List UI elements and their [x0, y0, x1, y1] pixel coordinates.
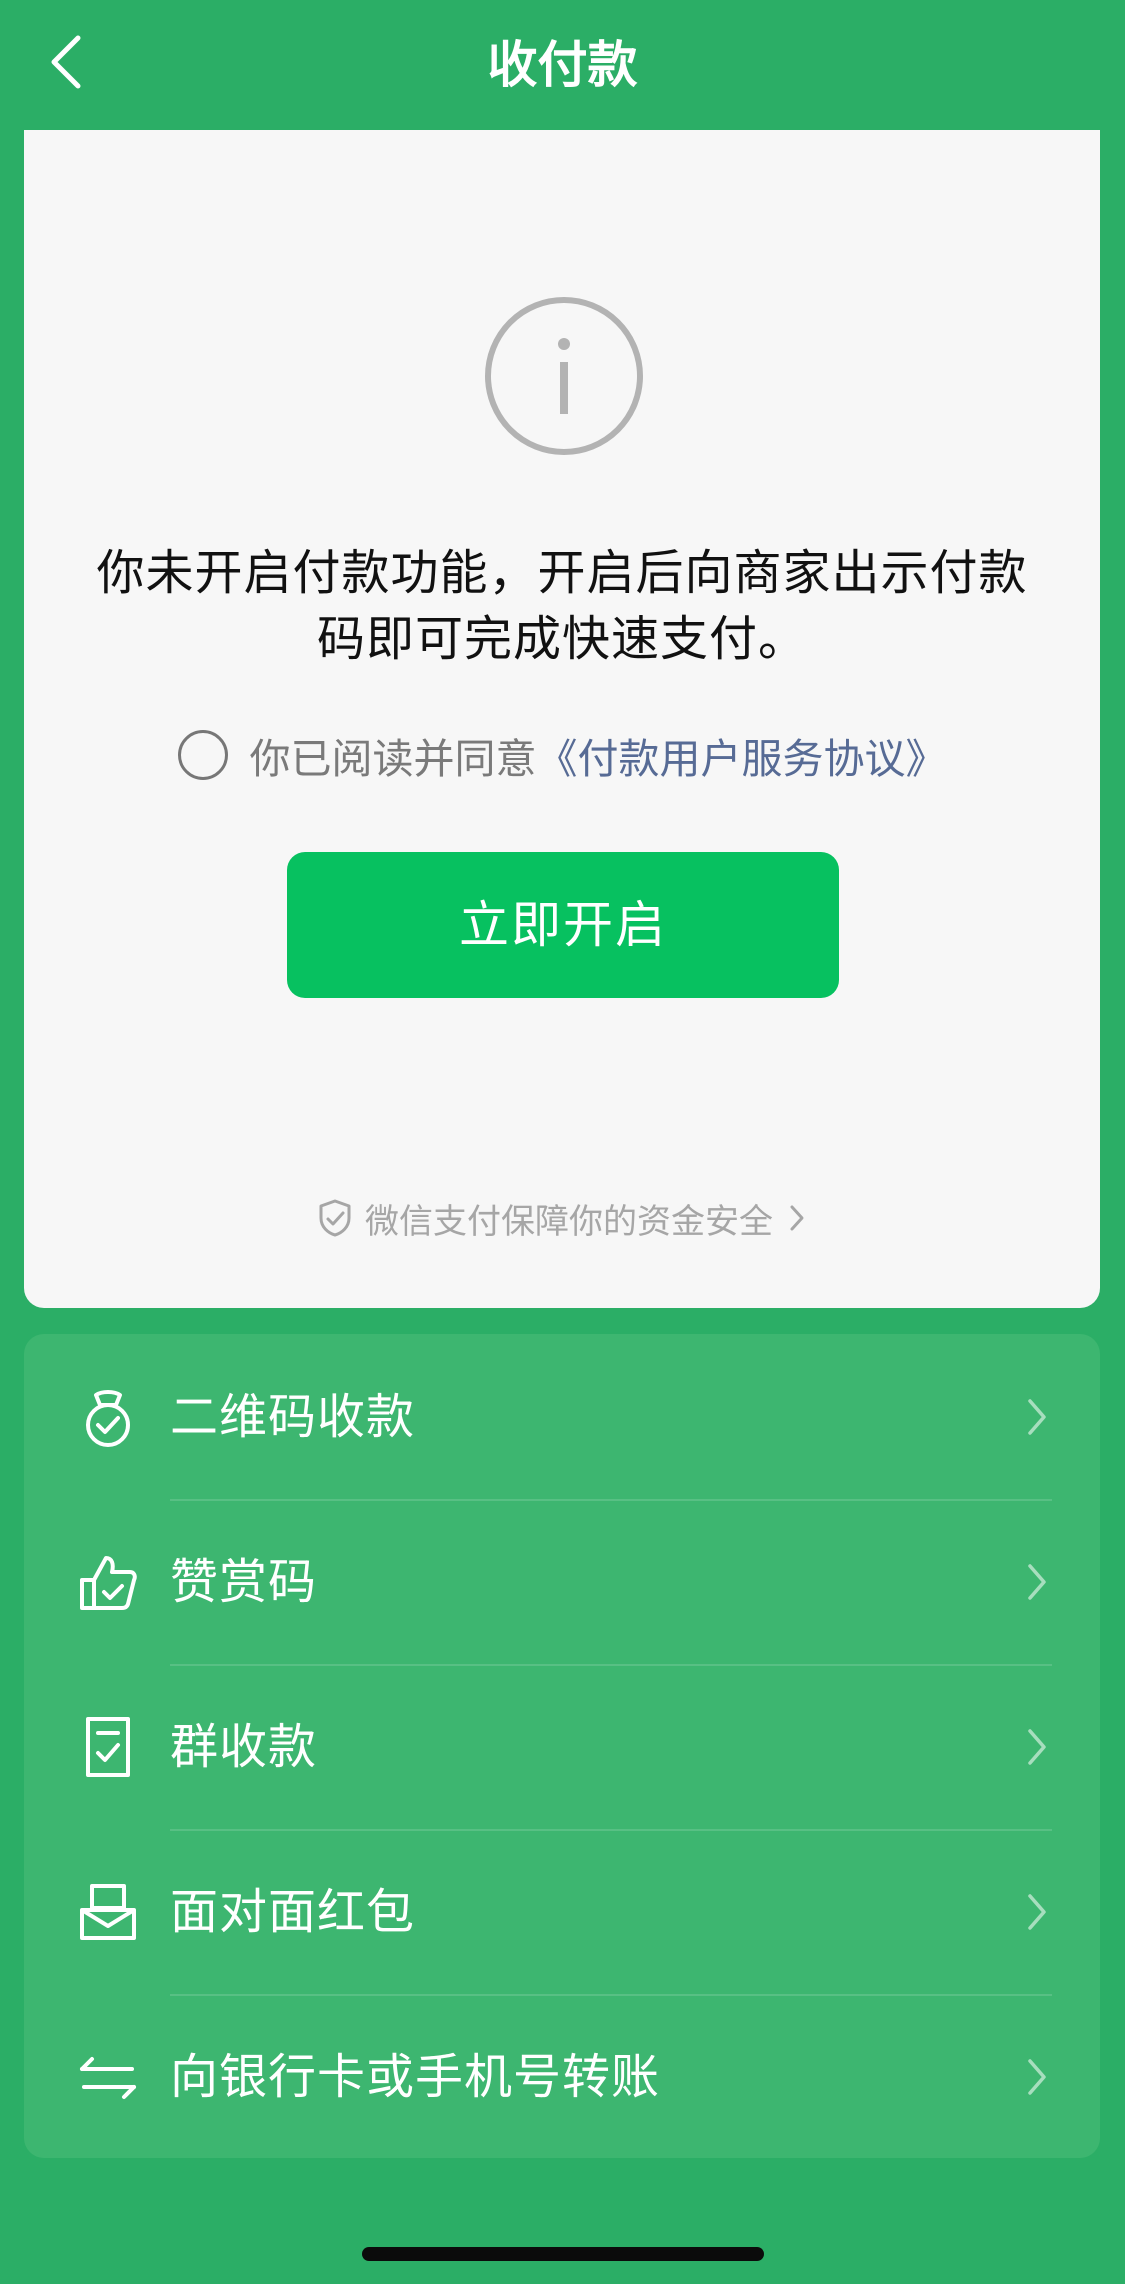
home-indicator[interactable]	[362, 2247, 764, 2261]
agreement-row: 你已阅读并同意 《付款用户服务协议》	[24, 718, 1100, 792]
chevron-right-icon	[1028, 1728, 1046, 1765]
payment-options-menu: 二维码收款 赞赏码 群收款 面对面红包 向银行卡或手机号转账	[24, 1334, 1100, 2158]
money-bag-icon	[86, 1389, 130, 1447]
menu-item-label: 群收款	[170, 1718, 318, 1775]
menu-item-label: 二维码收款	[170, 1388, 416, 1445]
menu-item-face-to-face-red-packet[interactable]: 面对面红包	[24, 1829, 1100, 1994]
chevron-right-icon	[790, 1205, 804, 1231]
agreement-prefix: 你已阅读并同意	[249, 735, 537, 783]
chevron-right-icon	[1028, 1893, 1046, 1930]
chevron-right-icon	[1028, 1398, 1046, 1435]
menu-item-label: 赞赏码	[170, 1553, 318, 1610]
menu-item-transfer-to-bank-or-phone[interactable]: 向银行卡或手机号转账	[24, 1994, 1100, 2158]
menu-item-label: 向银行卡或手机号转账	[170, 2048, 661, 2105]
transfer-icon	[80, 2056, 136, 2099]
agreement-checkbox[interactable]	[177, 730, 228, 780]
header-bar: 收付款	[0, 0, 1125, 130]
shield-icon	[319, 1199, 351, 1237]
payment-code-card: 你未开启付款功能，开启后向商家出示付款码即可完成快速支付。 你已阅读并同意 《付…	[24, 130, 1100, 1308]
chevron-right-icon	[1028, 1563, 1046, 1600]
enable-now-button[interactable]: 立即开启	[287, 852, 839, 998]
menu-item-label: 面对面红包	[170, 1883, 416, 1940]
disabled-notice: 你未开启付款功能，开启后向商家出示付款码即可完成快速支付。	[96, 545, 1028, 667]
agreement-link[interactable]: 《付款用户服务协议》	[537, 725, 947, 785]
red-packet-icon	[80, 1883, 136, 1940]
info-icon	[485, 297, 643, 455]
security-text: 微信支付保障你的资金安全	[365, 1201, 773, 1242]
chevron-right-icon	[1028, 2058, 1046, 2095]
receipt-icon	[86, 1716, 130, 1777]
menu-item-qr-collect[interactable]: 二维码收款	[24, 1334, 1100, 1499]
security-link[interactable]: 微信支付保障你的资金安全	[24, 1190, 1100, 1246]
page-title: 收付款	[487, 36, 638, 94]
menu-item-reward-code[interactable]: 赞赏码	[24, 1499, 1100, 1664]
thumbs-up-icon	[80, 1555, 137, 1610]
menu-item-group-collect[interactable]: 群收款	[24, 1664, 1100, 1829]
